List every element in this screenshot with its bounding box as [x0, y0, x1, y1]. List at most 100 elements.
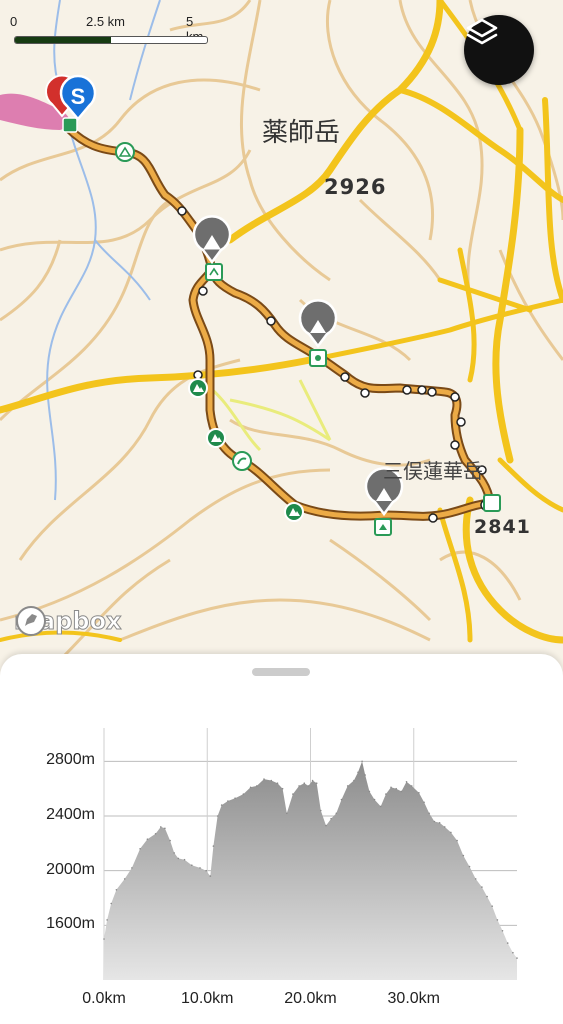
waypoint-dot[interactable] [193, 370, 203, 380]
layers-button[interactable] [464, 15, 534, 85]
elevation-point [516, 957, 518, 959]
hut-icon[interactable] [483, 494, 501, 512]
elevation-profile-chart[interactable] [0, 654, 563, 1024]
summit-icon[interactable] [284, 502, 304, 522]
elevation-point [418, 792, 420, 794]
elevation-point [361, 760, 363, 763]
scale-bar: 0 2.5 km 5 km [10, 14, 210, 48]
elevation-point [315, 782, 318, 784]
summit-icon[interactable] [206, 428, 226, 448]
elevation-point [390, 786, 392, 789]
elevation-point [281, 787, 284, 790]
waypoint-dot[interactable] [417, 385, 427, 395]
elevation-point [357, 771, 359, 774]
elevation-point [340, 798, 343, 801]
elevation-point [234, 797, 236, 799]
elevation-point [481, 886, 483, 888]
elevation-point [428, 812, 431, 815]
tent-pin-icon[interactable] [298, 299, 338, 349]
elevation-point [249, 786, 252, 789]
scale-label: 2.5 km [86, 14, 126, 29]
elevation-point [212, 845, 215, 847]
hut-icon[interactable] [309, 349, 327, 367]
elevation-point [242, 793, 245, 795]
elevation-point [450, 831, 452, 834]
map-view[interactable]: S 薬師岳 2926 三俣蓮華岳 2841 0 2.5 km 5 km mapb… [0, 0, 563, 670]
map-canvas[interactable]: S [0, 0, 563, 670]
elevation-sheet[interactable] [0, 654, 563, 1024]
elevation-point [325, 824, 327, 827]
elevation-point [270, 779, 273, 782]
elevation-point [307, 785, 310, 787]
mapbox-logo-icon [16, 606, 46, 636]
waypoint-dot[interactable] [340, 372, 350, 382]
x-axis-label: 0.0km [82, 990, 126, 1007]
elevation-point [103, 938, 105, 940]
start-pin-label: S [71, 84, 86, 109]
y-axis-label: 2800m [46, 751, 95, 769]
waypoint-dot[interactable] [198, 286, 208, 296]
elevation-point [311, 779, 314, 782]
layers-icon [466, 18, 498, 45]
elevation-point [346, 785, 349, 787]
waypoint-dot[interactable] [177, 206, 187, 216]
elevation-point [173, 852, 175, 854]
waypoint-dot[interactable] [428, 513, 438, 523]
waypoint-dot[interactable] [360, 388, 370, 398]
elevation-point [506, 942, 509, 944]
elevation-point [298, 785, 300, 787]
elevation-point [303, 782, 306, 784]
elevation-point [443, 826, 446, 828]
elevation-point [199, 867, 201, 869]
trail-junction-icon[interactable] [232, 451, 252, 471]
elevation-area [104, 761, 517, 980]
scale-bar-track [14, 36, 208, 44]
elevation-point [368, 790, 371, 793]
elevation-point [379, 805, 382, 808]
summit-icon[interactable] [188, 378, 208, 398]
elevation-point [330, 817, 332, 820]
elevation-label: 2841 [474, 516, 531, 538]
elevation-point [115, 889, 118, 891]
waypoint-dot[interactable] [456, 417, 466, 427]
elevation-point [486, 895, 488, 898]
elevation-point [395, 787, 398, 790]
elevation-point [353, 779, 355, 782]
trailhead-icon[interactable] [62, 117, 78, 133]
campsite-icon[interactable] [115, 142, 135, 162]
waypoint-dot[interactable] [266, 316, 276, 326]
elevation-point [335, 812, 338, 815]
y-axis-label: 1600m [46, 915, 95, 933]
elevation-point [292, 793, 294, 795]
elevation-point [491, 905, 494, 907]
elevation-point [385, 793, 387, 795]
elevation-point [433, 820, 436, 823]
elevation-point [183, 858, 186, 861]
waypoint-dot[interactable] [427, 387, 437, 397]
scale-label: 0 [10, 14, 18, 29]
hut-icon[interactable] [205, 263, 223, 281]
mapbox-attribution[interactable]: mapbox [14, 604, 122, 638]
waypoint-dot[interactable] [450, 440, 460, 450]
elevation-point [501, 930, 504, 932]
elevation-point [139, 848, 141, 850]
waypoint-dot[interactable] [402, 385, 412, 395]
elevation-point [209, 875, 212, 877]
elevation-point [462, 854, 465, 857]
elevation-point [220, 804, 223, 806]
elevation-point [106, 919, 108, 921]
elevation-point [373, 798, 376, 801]
waypoint-dot[interactable] [450, 392, 460, 402]
elevation-point [154, 833, 157, 835]
elevation-point [227, 800, 229, 802]
elevation-point [320, 809, 322, 812]
elevation-point [123, 878, 126, 880]
elevation-point [191, 864, 193, 866]
peak-name-label: 三俣蓮華岳 [383, 459, 483, 483]
chart-series [103, 760, 518, 980]
elevation-point [160, 826, 162, 828]
tent-pin-icon[interactable] [192, 215, 232, 265]
elevation-point [131, 867, 133, 869]
hut-icon[interactable] [374, 518, 392, 536]
elevation-point [364, 774, 367, 776]
